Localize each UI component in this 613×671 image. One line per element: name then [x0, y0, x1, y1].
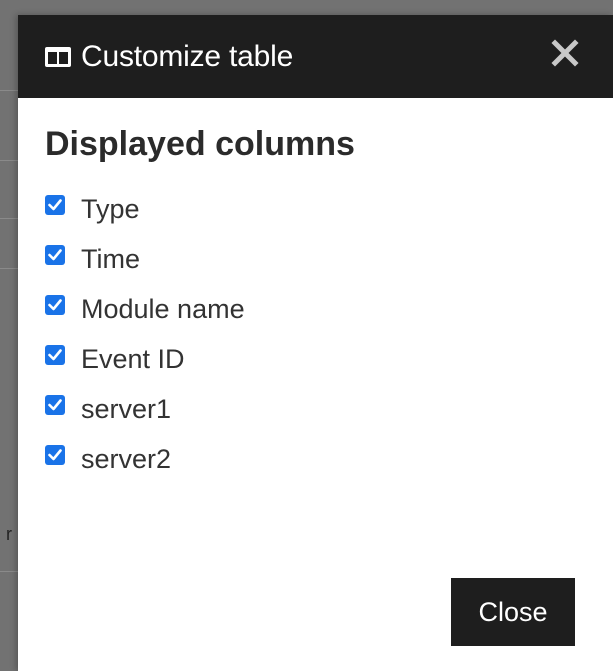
column-option-label: Time — [81, 243, 140, 274]
section-title: Displayed columns — [45, 125, 355, 163]
column-option-label: Type — [81, 193, 140, 224]
checkbox[interactable] — [45, 395, 65, 415]
background-divider — [0, 218, 20, 219]
background-divider — [0, 571, 20, 572]
checkbox[interactable] — [45, 295, 65, 315]
customize-table-dialog: Customize table Displayed columns Type Ti… — [18, 15, 613, 671]
dialog-header: Customize table — [18, 15, 613, 98]
checkmark-icon — [48, 199, 62, 211]
dialog-title: Customize table — [81, 39, 294, 73]
close-button[interactable]: Close — [451, 578, 575, 646]
checkmark-icon — [48, 399, 62, 411]
checkmark-icon — [48, 449, 62, 461]
column-option-label: Module name — [81, 293, 245, 324]
checkbox[interactable] — [45, 195, 65, 215]
column-checkbox-list: Type Time Module name Event ID server1 server… — [45, 179, 613, 489]
checkbox[interactable] — [45, 245, 65, 265]
background-divider — [0, 268, 20, 269]
close-icon[interactable] — [551, 39, 579, 67]
checkmark-icon — [48, 299, 62, 311]
column-option-label: server1 — [81, 393, 172, 424]
background-divider — [0, 90, 20, 91]
checkmark-icon — [48, 249, 62, 261]
columns-icon — [45, 46, 71, 67]
column-option[interactable]: server2 — [45, 429, 613, 489]
checkbox[interactable] — [45, 445, 65, 465]
checkbox[interactable] — [45, 345, 65, 365]
background-text-fragment: r — [6, 524, 12, 544]
background-divider — [0, 160, 20, 161]
column-option-label: server2 — [81, 443, 172, 474]
dialog-footer: Close — [451, 578, 575, 646]
dialog-body: Displayed columns Type Time Module name Eve… — [18, 98, 613, 489]
column-option-label: Event ID — [81, 343, 185, 374]
checkmark-icon — [48, 349, 62, 361]
